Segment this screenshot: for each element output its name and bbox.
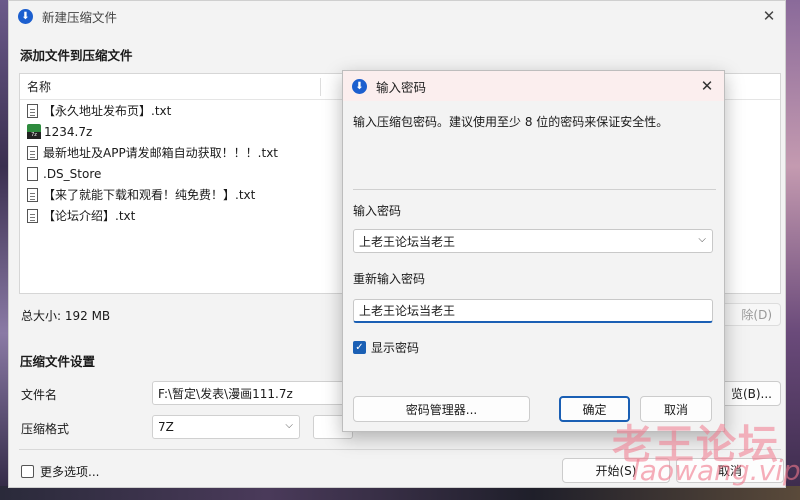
dialog-title: 输入密码 [376, 79, 427, 95]
password-select-input[interactable]: 上老王论坛当老王 ⌵ [353, 229, 713, 253]
password-dialog: ⬇ 输入密码 ✕ 输入压缩包密码。建议使用至少 8 位的密码来保证安全性。 输入… [342, 70, 725, 432]
reenter-password-label: 重新输入密码 [353, 272, 426, 286]
column-name-label: 名称 [27, 80, 52, 94]
format-select[interactable]: 7Z ⌵ [152, 415, 300, 439]
password-value: 上老王论坛当老王 [359, 234, 456, 249]
show-password-checkbox[interactable]: ✓ 显示密码 [353, 339, 419, 356]
total-size: 总大小: 192 MB [21, 309, 111, 323]
txt-file-icon [27, 208, 38, 223]
desktop-background [0, 486, 800, 500]
format-value: 7Z [158, 420, 174, 434]
window-titlebar: ⬇ 新建压缩文件 [9, 1, 785, 31]
filename-value: F:\暂定\发表\漫画111.7z [158, 386, 293, 401]
desktop-background [786, 0, 800, 500]
txt-file-icon [27, 103, 38, 118]
blank-file-icon [27, 166, 38, 181]
dialog-titlebar: ⬇ 输入密码 [343, 71, 724, 101]
password-label: 输入密码 [353, 204, 402, 218]
app-logo-icon: ⬇ [18, 8, 33, 24]
chevron-down-icon[interactable]: ⌵ [698, 234, 706, 245]
txt-file-icon [27, 145, 38, 160]
window-title: 新建压缩文件 [42, 9, 118, 25]
file-name: 最新地址及APP请发邮箱自动获取！！！.txt [43, 146, 279, 160]
filename-input[interactable]: F:\暂定\发表\漫画111.7z [152, 381, 352, 405]
7z-archive-icon: 7z [27, 124, 41, 139]
reenter-password-input[interactable]: 上老王论坛当老王 [353, 299, 713, 323]
file-name: 1234.7z [44, 124, 93, 139]
password-manager-button[interactable]: 密码管理器... [353, 396, 530, 422]
filename-label: 文件名 [21, 388, 58, 402]
watermark-url: laowang.vip [632, 454, 800, 487]
file-name: 【论坛介绍】.txt [43, 209, 136, 223]
desktop-background [0, 0, 8, 500]
more-options-label: 更多选项... [40, 465, 100, 479]
more-options-checkbox[interactable]: 更多选项... [21, 463, 99, 480]
reenter-password-value: 上老王论坛当老王 [359, 304, 456, 318]
format-label: 压缩格式 [21, 422, 70, 436]
chevron-down-icon: ⌵ [285, 420, 293, 431]
divider [353, 189, 716, 190]
archive-settings-heading: 压缩文件设置 [20, 354, 96, 369]
dialog-description: 输入压缩包密码。建议使用至少 8 位的密码来保证安全性。 [353, 115, 669, 129]
close-icon[interactable]: ✕ [698, 77, 716, 95]
column-divider[interactable] [320, 78, 321, 96]
file-name: 【永久地址发布页】.txt [43, 104, 172, 118]
show-password-label: 显示密码 [371, 341, 420, 355]
checkbox-icon[interactable] [21, 465, 34, 478]
txt-file-icon [27, 187, 38, 202]
file-name: .DS_Store [43, 166, 102, 181]
app-logo-icon: ⬇ [352, 78, 367, 94]
close-icon[interactable]: ✕ [758, 6, 780, 26]
add-files-heading: 添加文件到压缩文件 [20, 48, 133, 63]
file-name: 【来了就能下载和观看！纯免费！】.txt [43, 188, 256, 202]
checkmark-icon[interactable]: ✓ [353, 341, 366, 354]
